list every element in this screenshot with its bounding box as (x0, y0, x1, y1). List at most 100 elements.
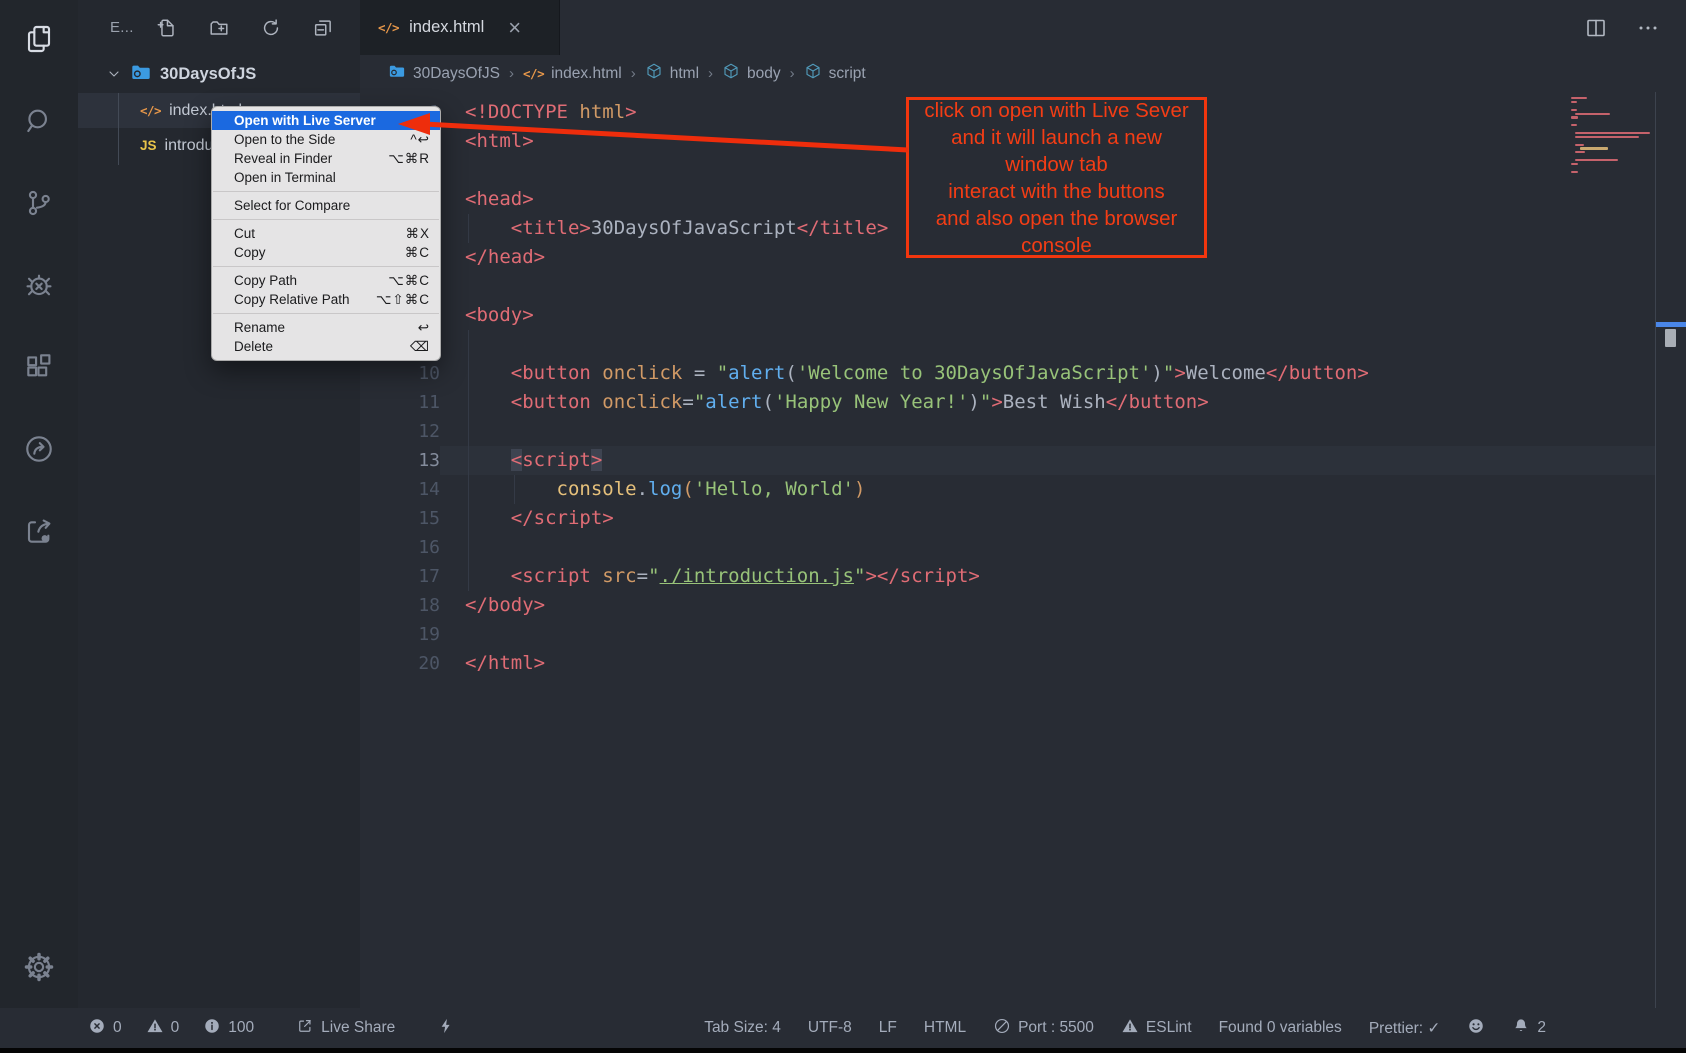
status-smiley-icon[interactable] (1467, 1017, 1485, 1040)
menu-separator (213, 313, 439, 314)
code-text (440, 330, 1655, 359)
tab-bar: </> index.html × (360, 0, 1686, 55)
menu-item-open-with-live-server[interactable]: Open with Live Server (212, 111, 440, 130)
line-number: 13 (360, 446, 440, 475)
indent-guide (468, 359, 469, 388)
status-lightning-icon[interactable] (437, 1017, 455, 1040)
code-line-12[interactable]: 12 (360, 417, 1655, 446)
indent-guide (468, 562, 469, 591)
symbol-cube-icon (722, 62, 740, 85)
menu-item-rename[interactable]: Rename↩ (212, 318, 440, 337)
menu-item-open-to-the-side[interactable]: Open to the Side^↩ (212, 130, 440, 149)
breadcrumb-30DaysOfJS[interactable]: 30DaysOfJS (388, 62, 500, 85)
tab-label: index.html (409, 18, 484, 37)
root-folder-label: 30DaysOfJS (160, 65, 256, 84)
menu-item-cut[interactable]: Cut⌘X (212, 224, 440, 243)
status-found-0-variables[interactable]: Found 0 variables (1219, 1019, 1342, 1037)
indent-guide (468, 533, 469, 562)
chevron-down-icon (106, 66, 122, 82)
status-label: 0 (171, 1019, 180, 1037)
annotation-line: interact with the buttons (948, 178, 1165, 205)
tab-index-html[interactable]: </> index.html × (360, 0, 560, 55)
html-file-icon: </> (523, 65, 544, 83)
code-line-14[interactable]: 14 console.log('Hello, World') (360, 475, 1655, 504)
html-file-icon: </> (140, 102, 161, 120)
code-text (440, 620, 1655, 649)
line-number: 20 (360, 649, 440, 678)
refresh-icon[interactable] (260, 17, 282, 39)
new-folder-icon[interactable] (208, 17, 230, 39)
breadcrumb-separator: › (509, 65, 514, 82)
code-text: <script> (440, 446, 1655, 475)
status-label: Prettier: ✓ (1369, 1019, 1441, 1038)
status-live-share[interactable]: Live Share (296, 1017, 395, 1040)
activity-source-control-icon[interactable] (22, 186, 56, 220)
code-line-19[interactable]: 19 (360, 620, 1655, 649)
menu-item-copy-path[interactable]: Copy Path⌥⌘C (212, 271, 440, 290)
status-100[interactable]: 100 (203, 1017, 254, 1040)
settings-gear-icon[interactable] (22, 950, 56, 984)
activity-publish-icon[interactable] (22, 514, 56, 548)
new-file-icon[interactable] (156, 17, 178, 39)
code-line-17[interactable]: 17 <script src="./introduction.js"></scr… (360, 562, 1655, 591)
code-line-9[interactable]: 9 (360, 330, 1655, 359)
smiley-icon (1467, 1017, 1485, 1040)
indent-guide (468, 330, 469, 359)
line-number: 15 (360, 504, 440, 533)
activity-live-share-icon[interactable] (22, 432, 56, 466)
status-label: Tab Size: 4 (704, 1019, 781, 1037)
status-label: 100 (228, 1019, 254, 1037)
status-html[interactable]: HTML (924, 1019, 966, 1037)
minimap[interactable] (1568, 97, 1650, 175)
breadcrumb-script[interactable]: script (804, 62, 866, 85)
overview-ruler (1655, 92, 1686, 1008)
code-line-13[interactable]: 13 <script> (360, 446, 1655, 475)
status-utf-8[interactable]: UTF-8 (808, 1019, 852, 1037)
menu-item-open-in-terminal[interactable]: Open in Terminal (212, 168, 440, 187)
sidebar-header: E... (78, 0, 360, 55)
menu-item-select-for-compare[interactable]: Select for Compare (212, 196, 440, 215)
menu-shortcut: ⌥⇧⌘C (376, 292, 430, 308)
code-line-20[interactable]: 20</html> (360, 649, 1655, 678)
folder-icon (388, 62, 406, 85)
code-line-10[interactable]: 10 <button onclick = "alert('Welcome to … (360, 359, 1655, 388)
annotation-line: and it will launch a new (951, 124, 1162, 151)
breadcrumb-label: script (829, 65, 866, 83)
code-line-11[interactable]: 11 <button onclick="alert('Happy New Yea… (360, 388, 1655, 417)
status-lf[interactable]: LF (879, 1019, 897, 1037)
split-editor-icon[interactable] (1584, 16, 1608, 40)
activity-files-icon[interactable] (22, 22, 56, 56)
menu-item-delete[interactable]: Delete⌫ (212, 337, 440, 356)
code-line-18[interactable]: 18</body> (360, 591, 1655, 620)
menu-item-copy-relative-path[interactable]: Copy Relative Path⌥⇧⌘C (212, 290, 440, 309)
status-0[interactable]: 0 (88, 1017, 122, 1040)
more-actions-icon[interactable] (1636, 16, 1660, 40)
code-line-15[interactable]: 15 </script> (360, 504, 1655, 533)
code-line-8[interactable]: 8<body> (360, 301, 1655, 330)
breadcrumb-html[interactable]: html (645, 62, 699, 85)
scrollbar-thumb[interactable] (1665, 329, 1676, 347)
activity-extensions-icon[interactable] (22, 350, 56, 384)
tree-root-folder[interactable]: 30DaysOfJS (78, 55, 360, 93)
menu-item-copy[interactable]: Copy⌘C (212, 243, 440, 262)
annotation-line: console (1021, 232, 1092, 259)
breadcrumb-index.html[interactable]: </>index.html (523, 65, 622, 83)
breadcrumb-body[interactable]: body (722, 62, 781, 85)
activity-search-icon[interactable] (22, 104, 56, 138)
status-eslint[interactable]: ESLint (1121, 1017, 1192, 1040)
status-tab-size-4[interactable]: Tab Size: 4 (704, 1019, 781, 1037)
activity-debug-icon[interactable] (22, 268, 56, 302)
status-0[interactable]: 0 (146, 1017, 180, 1040)
collapse-all-icon[interactable] (312, 17, 334, 39)
menu-item-reveal-in-finder[interactable]: Reveal in Finder⌥⌘R (212, 149, 440, 168)
code-line-16[interactable]: 16 (360, 533, 1655, 562)
line-number: 19 (360, 620, 440, 649)
status-prettier-[interactable]: Prettier: ✓ (1369, 1019, 1441, 1038)
status-2[interactable]: 2 (1512, 1017, 1546, 1040)
status-port-5500[interactable]: Port : 5500 (993, 1017, 1094, 1040)
close-icon[interactable]: × (508, 17, 521, 39)
editor-actions (1584, 0, 1686, 55)
warning-filled-icon (1121, 1017, 1139, 1040)
code-line-7[interactable]: 7 (360, 272, 1655, 301)
info-circle-icon (203, 1017, 221, 1040)
